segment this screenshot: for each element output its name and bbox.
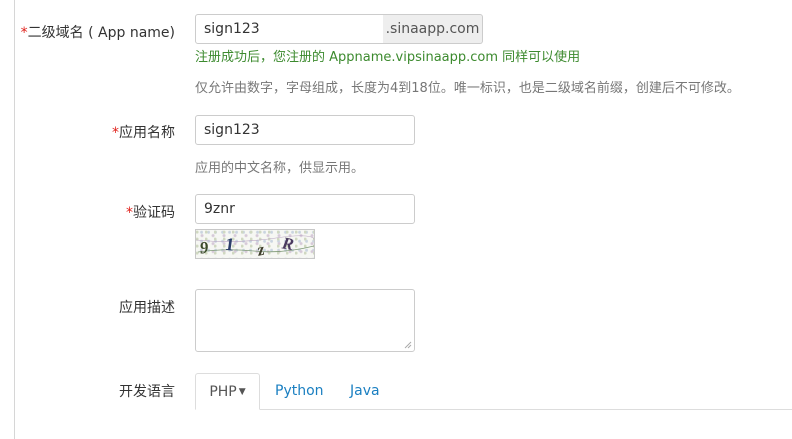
domain-suffix-addon: .sinaapp.com: [383, 14, 483, 44]
resize-grip-icon[interactable]: [404, 341, 412, 349]
required-asterisk: *: [112, 125, 119, 141]
description-label: 应用描述: [119, 300, 175, 316]
app-name-label: *应用名称: [112, 125, 175, 141]
captcha-char: z: [255, 240, 267, 259]
tab-label: PHP: [209, 384, 237, 400]
captcha-label: *验证码: [126, 205, 175, 221]
subdomain-input[interactable]: sign123: [195, 14, 384, 44]
tab-python[interactable]: Python: [275, 373, 324, 410]
captcha-graphic: 9 1 z R: [196, 233, 314, 259]
subdomain-help-text: 仅允许由数字，字母组成，长度为4到18位。唯一标识，也是二级域名前缀，创建后不可…: [195, 81, 740, 96]
subdomain-label: *二级域名 ( App name): [20, 25, 175, 41]
captcha-image[interactable]: 9 1 z R: [195, 229, 315, 259]
subdomain-success-message: 注册成功后，您注册的 Appname.vipsinaapp.com 同样可以使用: [195, 50, 581, 65]
caret-down-icon: ▼: [238, 387, 246, 397]
app-name-input[interactable]: sign123: [195, 115, 415, 145]
page-left-border: [14, 0, 15, 439]
required-asterisk: *: [20, 25, 28, 41]
description-textarea[interactable]: [195, 289, 415, 352]
captcha-input[interactable]: 9znr: [195, 194, 415, 224]
tab-php[interactable]: PHP ▼: [195, 373, 260, 410]
required-asterisk: *: [126, 205, 133, 221]
captcha-char: R: [280, 233, 295, 254]
language-label: 开发语言: [119, 384, 175, 400]
tab-java[interactable]: Java: [350, 373, 380, 410]
captcha-char: 1: [224, 234, 236, 255]
app-name-help-text: 应用的中文名称，供显示用。: [195, 161, 365, 176]
